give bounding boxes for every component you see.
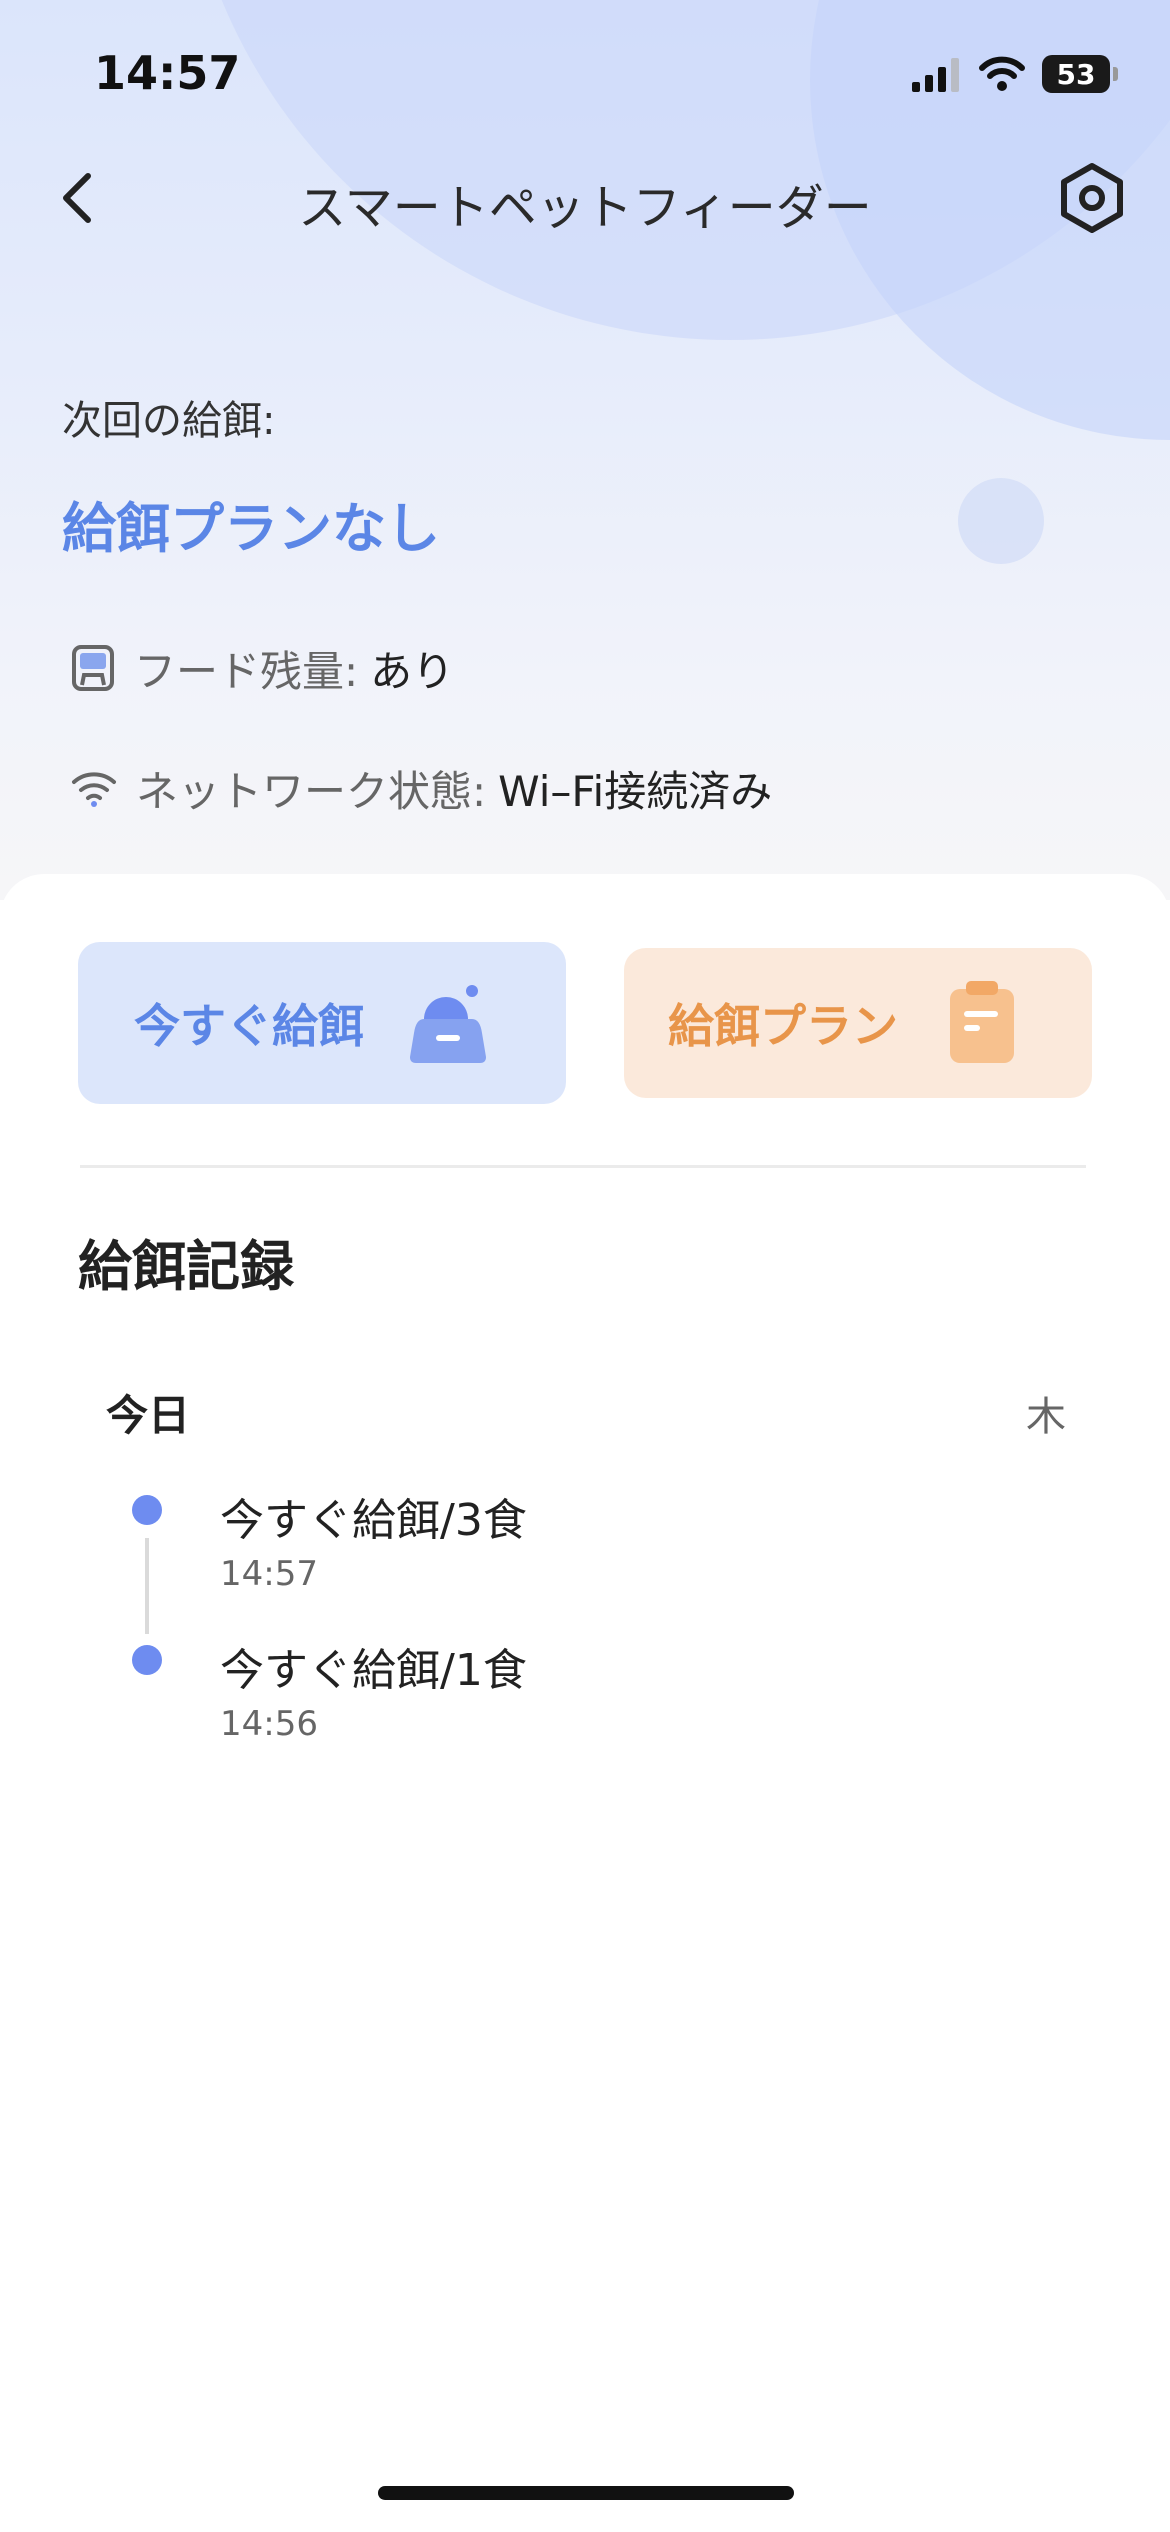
timeline-connector	[145, 1538, 149, 1634]
divider	[80, 1165, 1086, 1168]
record-time: 14:56	[220, 1704, 318, 1744]
weekday-label: 木	[1026, 1394, 1066, 1440]
feeding-plan-button[interactable]: 給餌プラン	[624, 948, 1092, 1098]
food-container-icon	[72, 645, 114, 691]
network-status-label: ネットワーク状態:	[136, 766, 487, 816]
cellular-signal-icon	[912, 58, 959, 92]
feed-now-button[interactable]: 今すぐ給餌	[78, 942, 566, 1104]
feeder-icon	[410, 985, 486, 1063]
record-title: 今すぐ給餌/1食	[220, 1645, 527, 1696]
feeding-records-heading: 給餌記録	[78, 1235, 294, 1298]
clipboard-icon	[950, 981, 1014, 1063]
network-status-value: Wi–Fi接続済み	[498, 766, 773, 816]
wifi-icon	[72, 772, 116, 807]
record-time: 14:57	[220, 1554, 318, 1594]
day-label: 今日	[106, 1391, 191, 1440]
feed-now-label: 今すぐ給餌	[134, 999, 364, 1053]
battery-icon: 53	[1042, 55, 1118, 93]
page-title: スマートペットフィーダー	[298, 180, 872, 236]
home-indicator[interactable]	[378, 2486, 794, 2500]
decorative-dot	[958, 478, 1044, 564]
timeline-dot	[132, 1495, 162, 1525]
network-status-row: ネットワーク状態: Wi–Fi接続済み	[70, 758, 772, 818]
feeding-plan-label: 給餌プラン	[668, 999, 898, 1053]
food-status-value: あり	[370, 646, 455, 696]
food-status-row: フード残量: あり	[70, 638, 454, 698]
next-feeding-label: 次回の給餌:	[62, 398, 276, 444]
timeline-dot	[132, 1645, 162, 1675]
status-time: 14:57	[94, 46, 241, 100]
settings-hexagon-icon	[1061, 163, 1123, 233]
settings-button[interactable]	[1054, 160, 1130, 236]
content-sheet	[0, 874, 1170, 2532]
next-feeding-value: 給餌プランなし	[62, 497, 440, 560]
status-icons: 53	[912, 52, 1118, 96]
wifi-icon	[979, 56, 1025, 91]
record-title: 今すぐ給餌/3食	[220, 1495, 527, 1546]
food-status-label: フード残量:	[134, 646, 359, 696]
